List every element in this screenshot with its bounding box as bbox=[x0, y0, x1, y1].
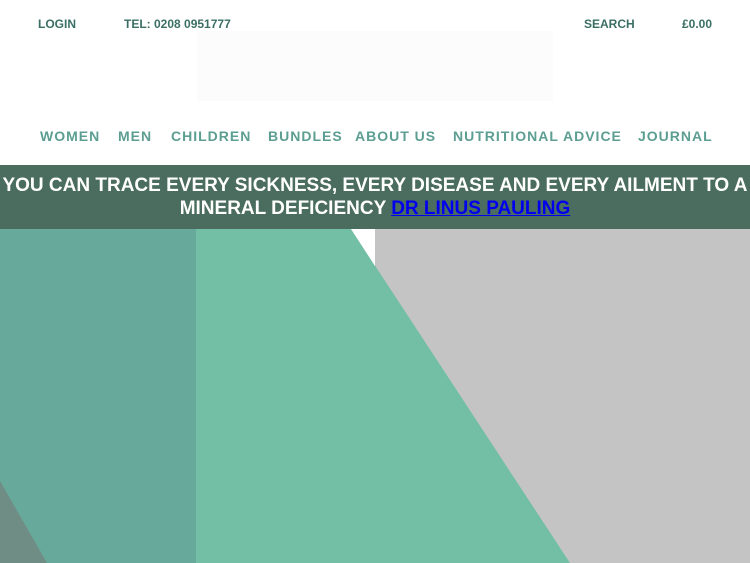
nav-item-about-us[interactable]: ABOUT US bbox=[355, 128, 436, 144]
hero-graphic bbox=[0, 229, 750, 563]
login-link[interactable]: LOGIN bbox=[38, 17, 76, 31]
logo-placeholder[interactable] bbox=[197, 31, 553, 101]
cart-total-link[interactable]: £0.00 bbox=[682, 17, 712, 31]
main-navigation: WOMEN MEN CHILDREN BUNDLES ABOUT US NUTR… bbox=[0, 128, 750, 148]
quote-author-link[interactable]: DR LINUS PAULING bbox=[391, 198, 570, 219]
nav-item-children[interactable]: CHILDREN bbox=[171, 128, 251, 144]
nav-item-nutritional-advice[interactable]: NUTRITIONAL ADVICE bbox=[453, 128, 622, 144]
hero-image bbox=[0, 229, 750, 563]
nav-item-men[interactable]: MEN bbox=[118, 128, 152, 144]
nav-item-journal[interactable]: JOURNAL bbox=[638, 128, 713, 144]
phone-number: TEL: 0208 0951777 bbox=[124, 17, 231, 31]
hero-teal-panel bbox=[0, 229, 196, 563]
nav-item-women[interactable]: WOMEN bbox=[40, 128, 100, 144]
quote-banner: YOU CAN TRACE EVERY SICKNESS, EVERY DISE… bbox=[0, 165, 750, 229]
search-link[interactable]: SEARCH bbox=[584, 17, 635, 31]
nav-item-bundles[interactable]: BUNDLES bbox=[268, 128, 343, 144]
quote-text: YOU CAN TRACE EVERY SICKNESS, EVERY DISE… bbox=[2, 175, 748, 219]
